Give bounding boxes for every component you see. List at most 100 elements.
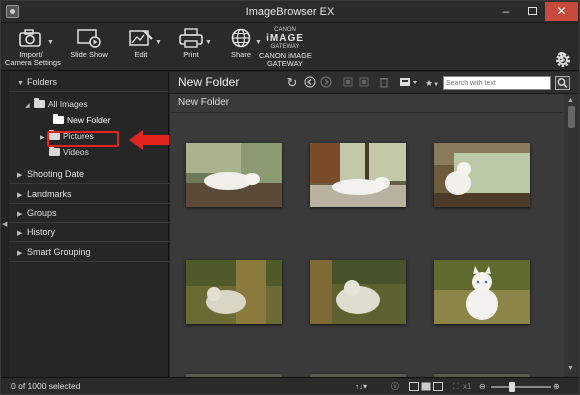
canon-image-gateway-button[interactable]: CANON iMAGE GATEWAY CANON iMAGE GATEWAY [259, 23, 312, 71]
chevron-down-icon: ▼ [155, 39, 162, 46]
thumbnail-cat-resting-grass-1[interactable] [186, 260, 282, 324]
scrollbar-thumb[interactable] [568, 106, 575, 128]
minimize-button[interactable]: – [493, 2, 519, 21]
rotate-left-icon[interactable] [341, 76, 355, 90]
trash-icon[interactable] [377, 76, 391, 90]
content-header: New Folder ↻ ★▼ [170, 72, 579, 94]
search-input[interactable] [443, 76, 551, 90]
sidebar-section-groups[interactable]: ▶ Groups [9, 203, 169, 223]
rotate-right-glyph [359, 77, 369, 87]
photo-cat-lying [310, 143, 406, 207]
zoom-out-icon[interactable]: ⊖ [479, 381, 486, 392]
import-label-line2: Camera Settings [5, 58, 61, 67]
title-bar: ImageBrowser EX – ✕ [1, 1, 579, 23]
canon-image-gateway-logo: CANON iMAGE GATEWAY [259, 27, 311, 51]
import-camera-settings-button[interactable]: Import/ Camera Settings ▼ [5, 23, 61, 71]
section-label: History [27, 227, 56, 237]
main-content: New Folder ↻ ★▼ Search with text New Fol… [170, 72, 579, 377]
tree-item-label: All Images [48, 99, 88, 109]
view-mode-glyph [400, 78, 417, 86]
print-button[interactable]: Print ▼ [169, 23, 213, 71]
triangle-down-icon: ▼ [17, 80, 24, 87]
zoom-in-icon[interactable]: ⊕ [553, 381, 560, 392]
triangle-right-icon: ▶ [17, 230, 23, 237]
slideshow-label: Slide Show [70, 50, 108, 59]
sidebar-section-history[interactable]: ▶ History [9, 222, 169, 242]
triangle-right-icon: ▶ [17, 172, 23, 179]
search-button[interactable] [555, 76, 570, 90]
globe-icon [231, 28, 251, 48]
forward-icon[interactable] [319, 76, 333, 90]
share-label: Share [230, 50, 251, 59]
left-panel-collapse-handle[interactable]: ◀ [1, 72, 9, 377]
printer-icon [179, 28, 203, 48]
vertical-scrollbar[interactable]: ▲ ▼ [564, 94, 579, 377]
sidebar-section-folders[interactable]: ▼ Folders [9, 72, 169, 92]
trash-glyph [380, 78, 388, 88]
maximize-icon [527, 7, 537, 15]
gateway-logo-bottom: GATEWAY [270, 44, 300, 50]
thumbnail-cat-sitting-garden[interactable] [434, 260, 530, 324]
section-label: Landmarks [27, 189, 72, 199]
view-switch-glyph [409, 382, 443, 391]
tree-item-label: New Folder [67, 115, 111, 125]
thumbnail-cat-resting-grass-2[interactable] [310, 260, 406, 324]
thumbnail-cat-sitting-by-window[interactable] [434, 143, 530, 207]
rating-filter-icon[interactable]: ★▼ [422, 76, 442, 90]
tree-item-new-folder[interactable]: New Folder [53, 113, 110, 127]
triangle-right-icon: ▶ [17, 250, 23, 257]
zoom-slider-track[interactable] [491, 386, 551, 388]
zoom-value: x1 [463, 382, 472, 391]
close-button[interactable]: ✕ [545, 2, 578, 21]
gear-icon[interactable] [554, 51, 572, 69]
tree-item-videos[interactable]: Videos [49, 145, 89, 159]
folder-subtitle: New Folder [178, 97, 230, 108]
thumbnail-cat-lying-floor-window[interactable] [310, 143, 406, 207]
chevron-left-icon: ◀ [2, 221, 8, 228]
scroll-down-icon[interactable]: ▼ [567, 365, 574, 372]
photo-cat-sleeping [186, 143, 282, 207]
arrow-left-icon [129, 130, 169, 150]
app-window: ImageBrowser EX – ✕ Import/ Camera Setti… [0, 0, 580, 395]
thumbnail-view-icon[interactable] [409, 381, 443, 392]
section-label: Smart Grouping [27, 247, 91, 257]
folder-tree: ◢ All Images New Folder ▶ Pictures Videos [9, 92, 169, 164]
folder-icon [34, 98, 45, 108]
info-icon[interactable]: ⓘ [391, 381, 399, 392]
section-label: Groups [27, 208, 57, 218]
page-title: New Folder [178, 75, 240, 89]
back-icon[interactable] [303, 76, 317, 90]
photo-cat-garden [434, 260, 530, 324]
main-toolbar: Import/ Camera Settings ▼ Slide Show Edi… [1, 23, 579, 71]
folders-heading: Folders [27, 77, 58, 87]
slideshow-button[interactable]: Slide Show [67, 23, 111, 71]
divider [170, 112, 562, 113]
tree-item-all-images[interactable]: ◢ All Images [25, 97, 88, 111]
selection-count: 0 of 1000 selected [11, 381, 81, 391]
edit-button[interactable]: Edit ▼ [119, 23, 163, 71]
slideshow-icon [77, 29, 101, 48]
folder-icon [53, 114, 64, 124]
view-mode-icon[interactable] [399, 76, 421, 90]
sort-order-icon[interactable]: ↑↓▾ [355, 381, 367, 392]
triangle-down-icon: ◢ [25, 103, 30, 109]
sidebar: ▼ Folders ◢ All Images New Folder ▶ Picture… [9, 72, 169, 377]
selection-highlight-box [47, 131, 119, 147]
gateway-label-line2: GATEWAY [266, 59, 304, 68]
rotate-left-glyph [343, 77, 353, 87]
scroll-up-icon[interactable]: ▲ [567, 97, 574, 104]
sidebar-section-smart-grouping[interactable]: ▶ Smart Grouping [9, 242, 169, 262]
section-label: Shooting Date [27, 169, 85, 179]
sidebar-section-landmarks[interactable]: ▶ Landmarks [9, 184, 169, 204]
thumbnail-cat-sleeping-window-1[interactable] [186, 143, 282, 207]
refresh-icon[interactable]: ↻ [285, 76, 299, 90]
share-button[interactable]: Share ▼ [219, 23, 263, 71]
sidebar-section-shooting-date[interactable]: ▶ Shooting Date [9, 164, 169, 184]
maximize-button[interactable] [519, 2, 545, 21]
rotate-right-icon[interactable] [357, 76, 371, 90]
edit-label: Edit [134, 50, 148, 59]
back-circle-icon [304, 76, 316, 88]
fit-icon[interactable]: ⛶ [453, 381, 459, 392]
search-icon [557, 78, 568, 89]
zoom-slider-handle[interactable] [509, 382, 515, 392]
